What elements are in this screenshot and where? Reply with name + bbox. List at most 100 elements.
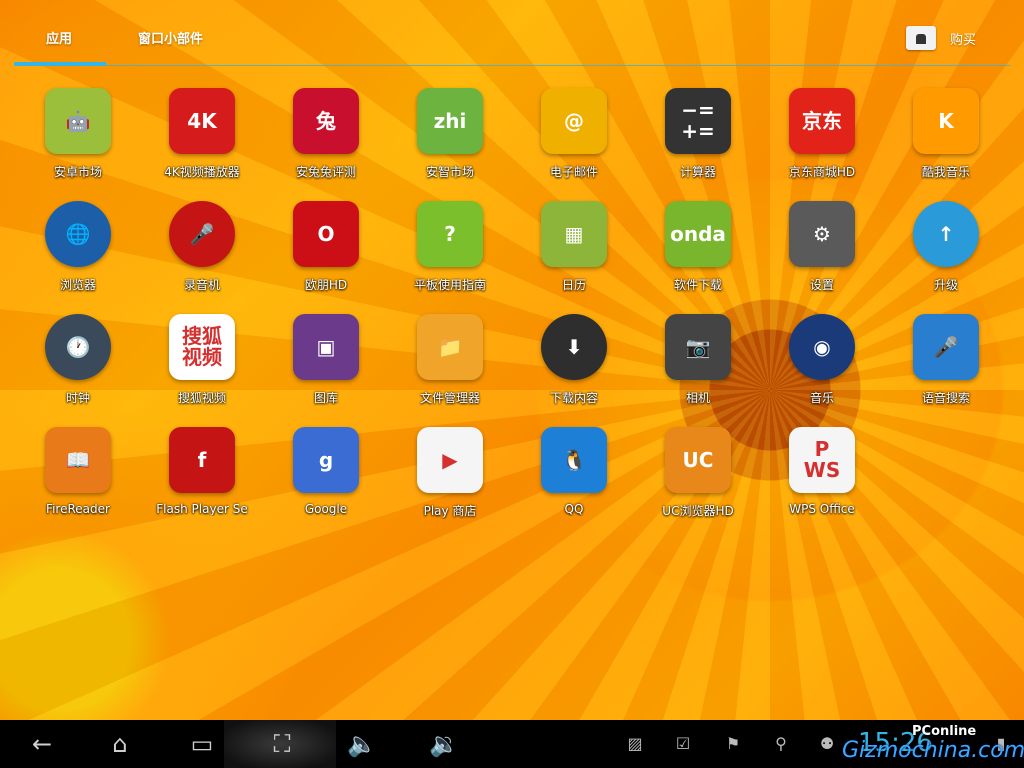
opera-icon: O — [293, 201, 359, 267]
watermark-site: Gizmochina.com — [842, 738, 1024, 763]
file-manager-icon: 📁 — [417, 314, 483, 380]
app-shortcut[interactable]: ⬇ 下载内容 — [512, 314, 636, 427]
gallery-icon: ▣ — [293, 314, 359, 380]
android-market-icon: 🤖 — [45, 88, 111, 154]
app-shortcut[interactable]: 🌐 浏览器 — [16, 201, 140, 314]
kuwo-music-icon: K — [913, 88, 979, 154]
calculator-icon: −= += — [665, 88, 731, 154]
app-shortcut[interactable]: 🐧 QQ — [512, 427, 636, 540]
onda-software-download-icon: onda — [665, 201, 731, 267]
app-shortcut[interactable]: 🤖 安卓市场 — [16, 88, 140, 201]
wps-office-icon: P WS — [789, 427, 855, 493]
app-shortcut[interactable]: zhi 安智市场 — [388, 88, 512, 201]
app-shortcut[interactable]: O 欧朋HD — [264, 201, 388, 314]
app-label: 计算器 — [679, 165, 716, 179]
app-shortcut[interactable]: UC UC浏览器HD — [636, 427, 760, 540]
home-icon[interactable]: ⌂ — [100, 728, 140, 760]
app-label: 4K视频播放器 — [164, 165, 240, 179]
header-divider — [14, 65, 1010, 66]
app-shortcut[interactable]: ▣ 图库 — [264, 314, 388, 427]
screenshot-icon[interactable]: ⛶ — [262, 728, 302, 760]
app-label: 安兔兔评测 — [295, 165, 356, 179]
app-shortcut[interactable]: 📖 FireReader — [16, 427, 140, 540]
settings-gear-icon: ⚙ — [789, 201, 855, 267]
app-label: 安卓市场 — [53, 165, 102, 179]
tablet-guide-icon: ? — [417, 201, 483, 267]
firereader-icon: 📖 — [45, 427, 111, 493]
app-shortcut[interactable]: f Flash Player Se — [140, 427, 264, 540]
app-label: 软件下载 — [673, 278, 722, 292]
app-label: Flash Player Se — [156, 502, 248, 516]
market-notification-icon[interactable]: ⚑ — [722, 732, 744, 754]
google-search-icon: g — [293, 427, 359, 493]
app-label: 时钟 — [65, 391, 90, 405]
app-shortcut[interactable]: @ 电子邮件 — [512, 88, 636, 201]
app-label: 电子邮件 — [549, 165, 598, 179]
app-drawer-header: 应用 窗口小部件 购买 — [0, 0, 1024, 68]
app-shortcut[interactable]: ⚙ 设置 — [760, 201, 884, 314]
sohu-video-icon: 搜狐 视频 — [169, 314, 235, 380]
app-label: FireReader — [46, 502, 110, 516]
app-label: 浏览器 — [59, 278, 96, 292]
app-label: 图库 — [313, 391, 338, 405]
app-shortcut[interactable]: g Google — [264, 427, 388, 540]
app-label: 语音搜索 — [921, 391, 970, 405]
app-label: 京东商城HD — [788, 165, 856, 179]
app-shortcut[interactable]: 📁 文件管理器 — [388, 314, 512, 427]
app-label: 平板使用指南 — [413, 278, 486, 292]
app-shortcut[interactable]: ◉ 音乐 — [760, 314, 884, 427]
app-shortcut[interactable]: P WS WPS Office — [760, 427, 884, 540]
sound-recorder-icon: 🎤 — [169, 201, 235, 267]
store-button[interactable]: 购买 — [906, 26, 976, 50]
qq-penguin-icon: 🐧 — [541, 427, 607, 493]
app-shortcut[interactable]: K 酷我音乐 — [884, 88, 1008, 201]
app-label: 升级 — [933, 278, 958, 292]
upgrade-arrow-icon: ↑ — [913, 201, 979, 267]
app-label: 酷我音乐 — [921, 165, 970, 179]
antutu-icon: 兔 — [293, 88, 359, 154]
app-shortcut[interactable]: ? 平板使用指南 — [388, 201, 512, 314]
download-complete-icon[interactable]: ☑ — [672, 732, 694, 754]
app-label: 相机 — [685, 391, 710, 405]
app-shortcut[interactable]: 📷 相机 — [636, 314, 760, 427]
app-label: QQ — [564, 502, 584, 516]
email-icon: @ — [541, 88, 607, 154]
android-debug-icon[interactable]: ⚉ — [816, 732, 838, 754]
app-shortcut[interactable]: 🎤 语音搜索 — [884, 314, 1008, 427]
app-shortcut[interactable]: 京东京东商城HD — [760, 88, 884, 201]
jd-mall-icon: 京东 — [789, 88, 855, 154]
app-label: 文件管理器 — [419, 391, 480, 405]
app-shortcut[interactable]: ▦ 日历 — [512, 201, 636, 314]
app-shortcut[interactable]: ↑ 升级 — [884, 201, 1008, 314]
gallery-notification-icon[interactable]: ▨ — [624, 732, 646, 754]
app-label: Google — [304, 502, 348, 516]
app-shortcut[interactable]: 搜狐 视频 搜狐视频 — [140, 314, 264, 427]
back-icon[interactable]: ← — [22, 728, 62, 760]
app-shortcut[interactable]: 🎤 录音机 — [140, 201, 264, 314]
shopping-bag-icon — [906, 26, 936, 50]
app-shortcut[interactable]: 4K 4K视频播放器 — [140, 88, 264, 201]
volume-down-icon[interactable]: 🔈 — [342, 728, 382, 760]
app-shortcut[interactable]: onda 软件下载 — [636, 201, 760, 314]
app-label: UC浏览器HD — [662, 504, 734, 518]
app-shortcut[interactable]: 🕐 时钟 — [16, 314, 140, 427]
voice-search-icon: 🎤 — [913, 314, 979, 380]
app-label: WPS Office — [789, 502, 855, 516]
app-label: Play 商店 — [423, 504, 477, 518]
app-shortcut[interactable]: ▶ Play 商店 — [388, 427, 512, 540]
app-label: 欧朋HD — [304, 278, 348, 292]
tab-widgets[interactable]: 窗口小部件 — [138, 28, 203, 47]
volume-up-icon[interactable]: 🔉 — [424, 728, 464, 760]
app-shortcut[interactable]: 兔安兔兔评测 — [264, 88, 388, 201]
tab-apps[interactable]: 应用 — [46, 28, 72, 47]
app-label: 录音机 — [183, 278, 220, 292]
app-shortcut[interactable]: −= += 计算器 — [636, 88, 760, 201]
browser-globe-icon: 🌐 — [45, 201, 111, 267]
downloads-icon: ⬇ — [541, 314, 607, 380]
watermark-brand: PConline — [912, 724, 977, 739]
app-label: 安智市场 — [425, 165, 474, 179]
recent-apps-icon[interactable]: ▭ — [182, 728, 222, 760]
usb-icon[interactable]: ⚲ — [770, 732, 792, 754]
calendar-icon: ▦ — [541, 201, 607, 267]
4k-video-player-icon: 4K — [169, 88, 235, 154]
